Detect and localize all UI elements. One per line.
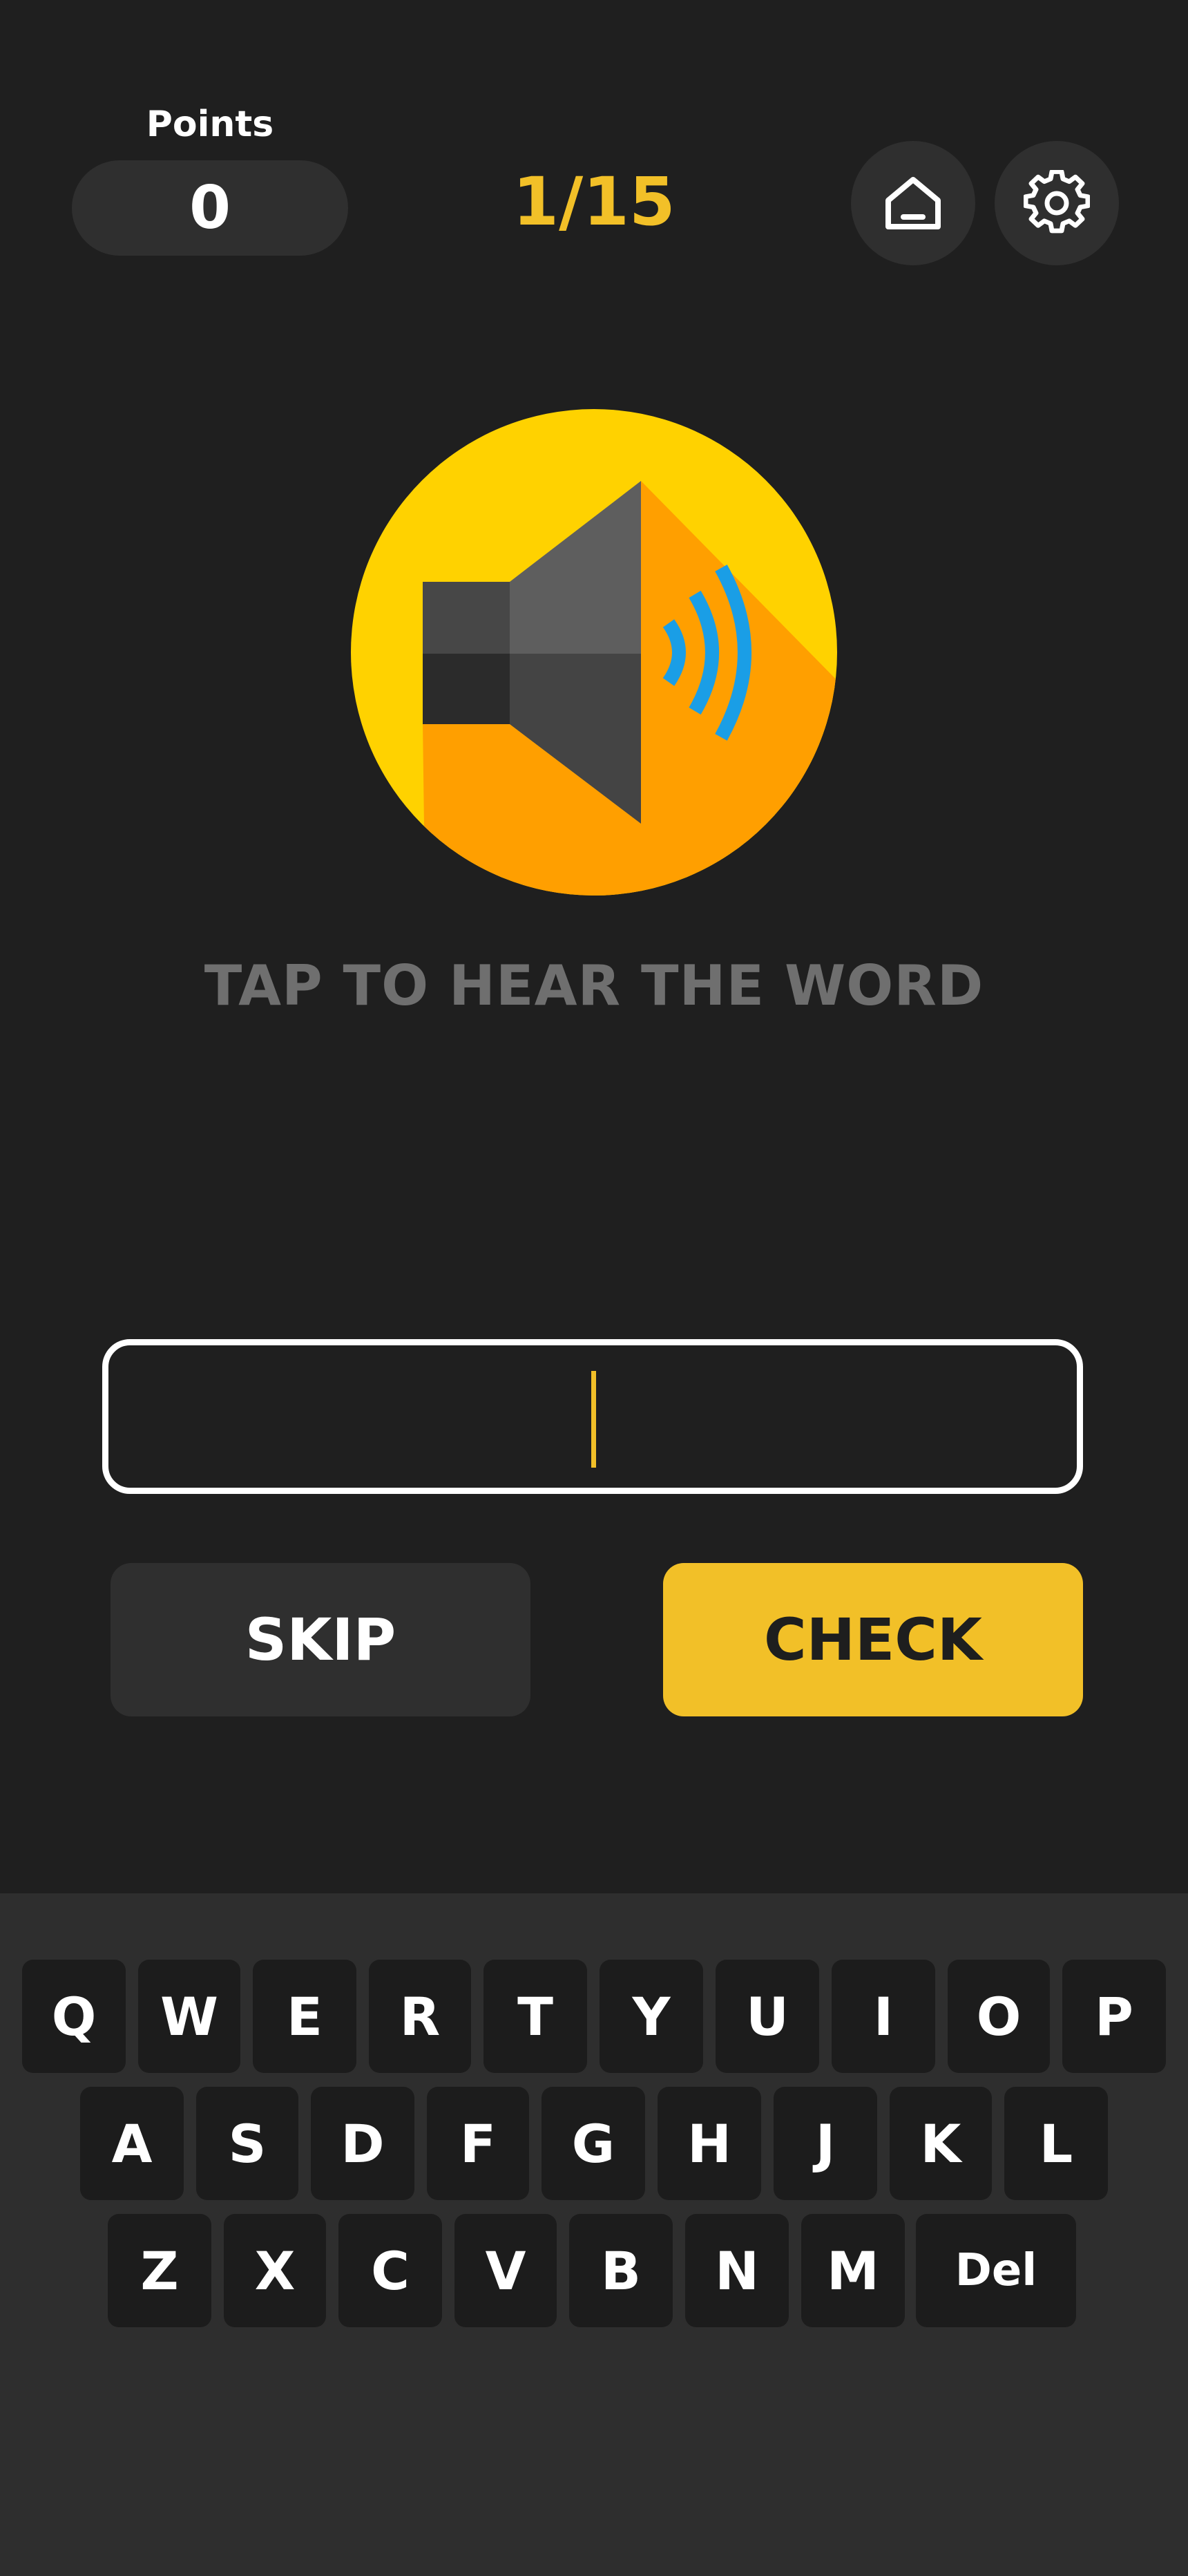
points-label: Points [146, 104, 274, 145]
key-t[interactable]: T [483, 1960, 587, 2073]
key-s[interactable]: S [196, 2087, 298, 2200]
key-r[interactable]: R [369, 1960, 471, 2073]
key-v[interactable]: V [454, 2214, 557, 2327]
tap-hint: TAP TO HEAR THE WORD [204, 954, 984, 1018]
key-k[interactable]: K [890, 2087, 992, 2200]
key-m[interactable]: M [801, 2214, 905, 2327]
delete-key[interactable]: Del [916, 2214, 1076, 2327]
check-button[interactable]: CHECK [663, 1563, 1083, 1716]
key-a[interactable]: A [80, 2087, 184, 2200]
key-j[interactable]: J [774, 2087, 877, 2200]
key-h[interactable]: H [658, 2087, 761, 2200]
settings-button[interactable] [995, 141, 1119, 265]
key-i[interactable]: I [832, 1960, 935, 2073]
key-f[interactable]: F [427, 2087, 529, 2200]
key-b[interactable]: B [569, 2214, 673, 2327]
speaker-icon [351, 409, 837, 896]
key-g[interactable]: G [542, 2087, 645, 2200]
home-button[interactable] [851, 141, 975, 265]
key-e[interactable]: E [253, 1960, 356, 2073]
play-word-button[interactable] [351, 409, 837, 896]
key-u[interactable]: U [716, 1960, 819, 2073]
key-w[interactable]: W [138, 1960, 240, 2073]
key-x[interactable]: X [224, 2214, 326, 2327]
points-value: 0 [189, 173, 231, 243]
key-l[interactable]: L [1004, 2087, 1108, 2200]
key-o[interactable]: O [948, 1960, 1050, 2073]
points-badge: 0 [72, 160, 348, 256]
on-screen-keyboard: Q W E R T Y U I O P A S D F G H J K L Z … [0, 1893, 1188, 2576]
key-y[interactable]: Y [600, 1960, 703, 2073]
key-p[interactable]: P [1062, 1960, 1166, 2073]
text-cursor [591, 1371, 596, 1468]
gear-icon [1024, 170, 1090, 234]
key-z[interactable]: Z [108, 2214, 211, 2327]
question-progress: 1/15 [512, 163, 676, 240]
key-d[interactable]: D [311, 2087, 414, 2200]
key-c[interactable]: C [338, 2214, 442, 2327]
key-n[interactable]: N [685, 2214, 789, 2327]
home-icon [885, 177, 941, 229]
key-q[interactable]: Q [22, 1960, 126, 2073]
skip-button[interactable]: SKIP [111, 1563, 530, 1716]
